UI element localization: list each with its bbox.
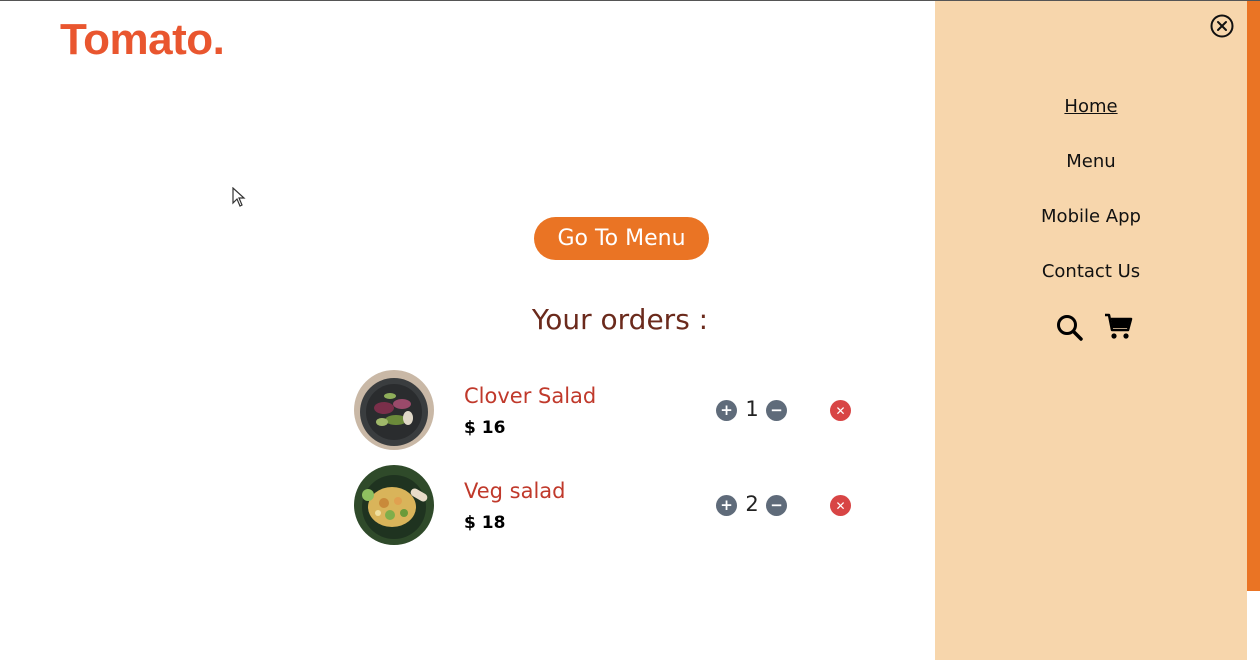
- remove-item-button[interactable]: ✕: [830, 400, 851, 421]
- orders-title: Your orders :: [531, 303, 709, 336]
- sidebar-item-menu[interactable]: Menu: [935, 151, 1247, 172]
- remove-item-button[interactable]: ✕: [830, 495, 851, 516]
- mouse-cursor-icon: [232, 187, 246, 207]
- scrollbar-thumb[interactable]: [1247, 1, 1260, 591]
- cart-icon[interactable]: [1103, 311, 1133, 341]
- order-row: Veg salad $ 18 + 2 − ✕: [354, 465, 874, 545]
- go-to-menu-button[interactable]: Go To Menu: [534, 217, 709, 260]
- item-name: Veg salad: [464, 479, 566, 503]
- decrease-quantity-button[interactable]: −: [766, 400, 787, 421]
- sidebar-menu: Home Menu Mobile App Contact Us: [935, 1, 1247, 660]
- veg-salad-image: [354, 465, 434, 545]
- close-circle-icon[interactable]: [1210, 14, 1234, 38]
- quantity-value: 2: [745, 492, 759, 516]
- decrease-quantity-button[interactable]: −: [766, 495, 787, 516]
- search-icon[interactable]: [1055, 313, 1085, 343]
- item-price: $ 18: [464, 513, 506, 533]
- sidebar-item-contact-us[interactable]: Contact Us: [935, 261, 1247, 282]
- item-price: $ 16: [464, 418, 506, 438]
- increase-quantity-button[interactable]: +: [716, 495, 737, 516]
- item-name: Clover Salad: [464, 384, 597, 408]
- order-row: Clover Salad $ 16 + 1 − ✕: [354, 370, 874, 450]
- food-thumbnail: [354, 465, 434, 545]
- food-thumbnail: [354, 370, 434, 450]
- increase-quantity-button[interactable]: +: [716, 400, 737, 421]
- quantity-value: 1: [745, 397, 759, 421]
- logo[interactable]: Tomato.: [60, 15, 225, 65]
- sidebar-item-mobile-app[interactable]: Mobile App: [935, 206, 1247, 227]
- sidebar-item-home[interactable]: Home: [935, 96, 1247, 117]
- clover-salad-image: [354, 370, 434, 450]
- page: Tomato. Go To Menu Your orders : Clover …: [0, 0, 1260, 660]
